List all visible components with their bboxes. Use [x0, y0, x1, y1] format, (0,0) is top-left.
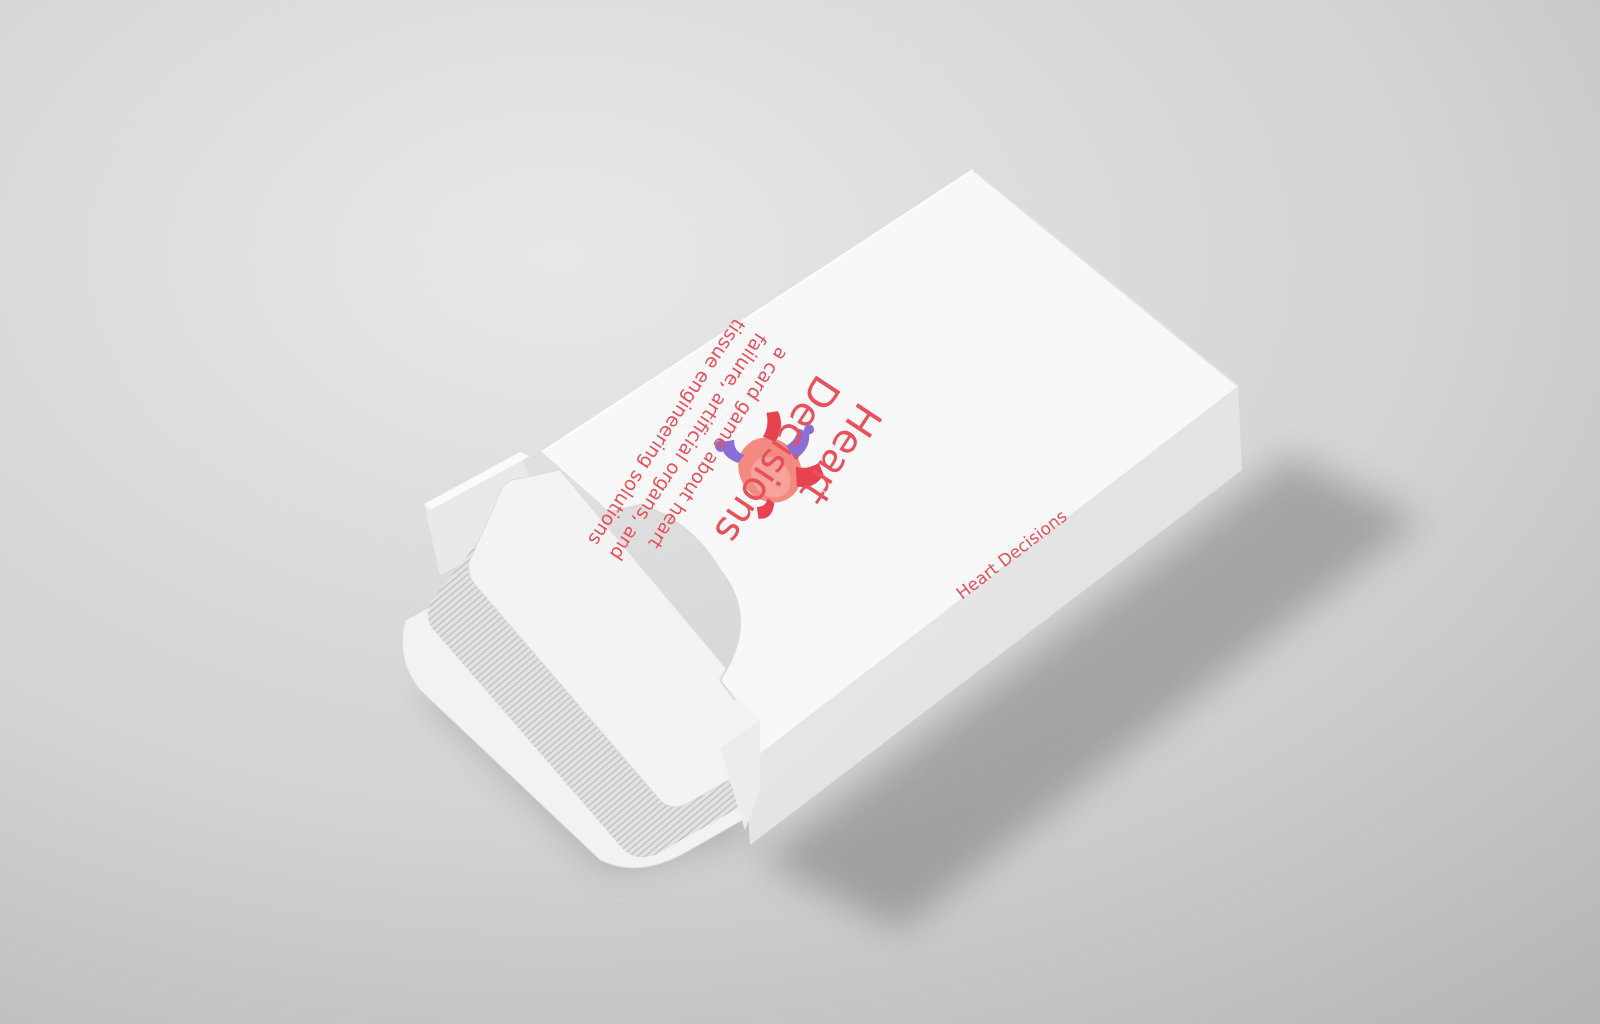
- product-photo: Heart Decisions a card game about heart …: [0, 0, 1600, 1024]
- product-scene: Heart Decisions a card game about heart …: [0, 0, 1600, 1024]
